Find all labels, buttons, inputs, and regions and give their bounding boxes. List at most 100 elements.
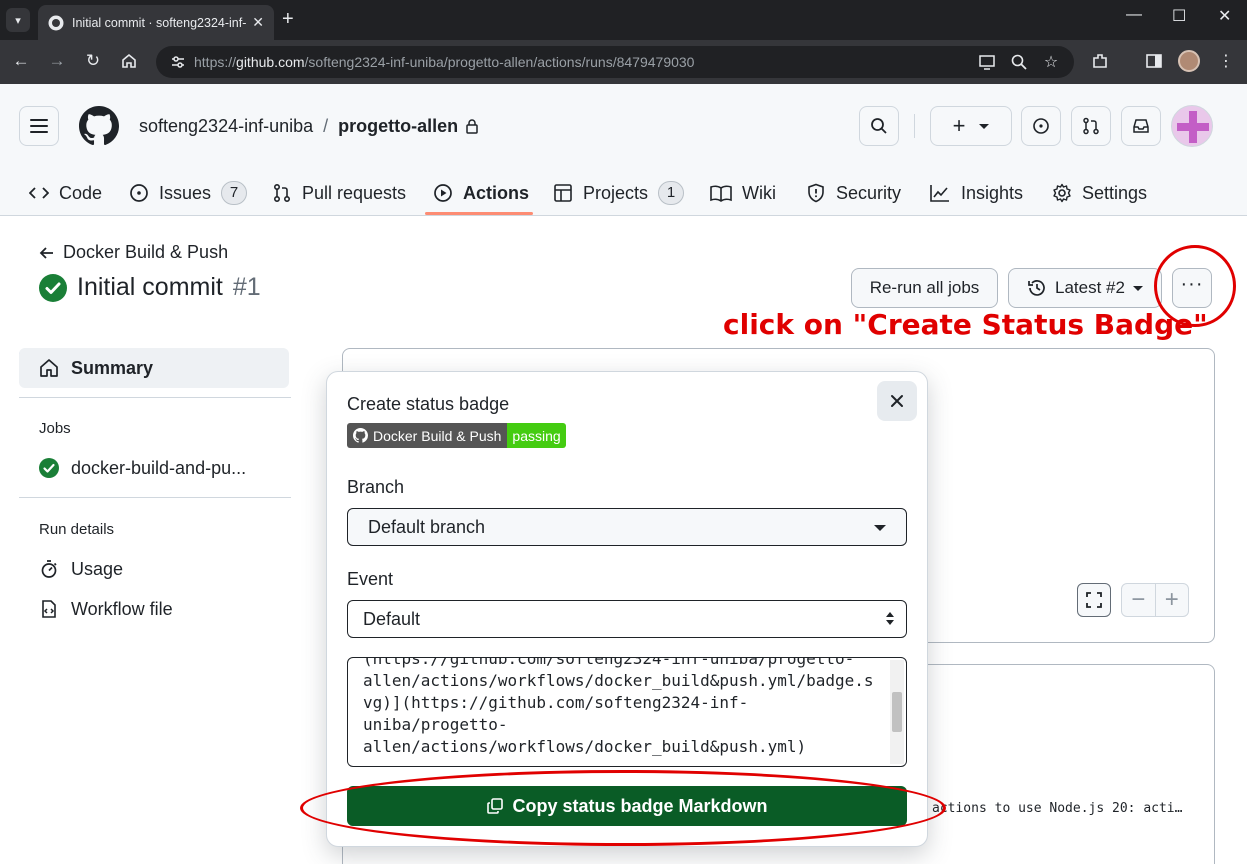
rerun-all-jobs-label: Re-run all jobs	[869, 278, 980, 297]
stopwatch-icon	[41, 560, 57, 578]
graph-icon	[930, 185, 949, 202]
sidebar-item-summary[interactable]: Summary	[19, 348, 289, 388]
issues-button[interactable]	[1021, 106, 1061, 146]
git-pull-request-icon	[1083, 117, 1099, 135]
rerun-all-jobs-button[interactable]: Re-run all jobs	[851, 268, 998, 308]
profile-avatar[interactable]	[1178, 50, 1200, 72]
tab-pull-requests[interactable]: Pull requests	[272, 170, 406, 216]
new-tab-button[interactable]: +	[282, 8, 294, 30]
event-select-value: Default	[363, 608, 421, 629]
issue-opened-icon	[130, 184, 148, 202]
repo-name-link[interactable]: progetto-allen	[338, 116, 458, 137]
tab-code-label: Code	[59, 182, 103, 203]
tab-insights-label: Insights	[961, 182, 1024, 203]
branch-select-value: Default branch	[368, 516, 486, 537]
annotation-ellipse	[300, 770, 946, 846]
tab-projects[interactable]: Projects 1	[553, 170, 685, 216]
tab-close-icon[interactable]: ✕	[252, 14, 264, 31]
select-arrows-icon	[886, 612, 894, 625]
sidebar-item-job[interactable]: docker-build-and-pu...	[19, 448, 289, 488]
branch-select[interactable]: Default branch	[347, 508, 907, 546]
url-text: https://github.com/softeng2324-inf-uniba…	[194, 54, 695, 70]
tab-projects-label: Projects	[583, 182, 649, 203]
tab-actions[interactable]: Actions	[433, 170, 529, 216]
install-app-icon[interactable]	[978, 53, 996, 71]
tab-pull-requests-label: Pull requests	[302, 182, 407, 203]
tab-title: Initial commit · softeng2324-inf-	[72, 15, 247, 30]
browser-menu-icon[interactable]: ⋮	[1216, 51, 1236, 71]
side-panel-icon[interactable]	[1144, 51, 1164, 71]
sidebar-item-workflow-file[interactable]: Workflow file	[19, 589, 289, 629]
check-circle-fill-icon	[39, 458, 59, 478]
run-details-heading: Run details	[39, 521, 115, 538]
latest-attempt-label: Latest #2	[1055, 278, 1125, 297]
sidebar-item-label: Workflow file	[71, 598, 173, 619]
badge-markdown-textarea[interactable]: (https://github.com/softeng2324-inf-unib…	[347, 657, 907, 767]
breadcrumb: softeng2324-inf-uniba / progetto-allen	[139, 116, 478, 137]
textarea-scrollbar[interactable]	[890, 660, 904, 764]
tab-issues-label: Issues	[159, 182, 212, 203]
maximize-button[interactable]: ☐	[1172, 6, 1186, 26]
tab-issues[interactable]: Issues 7	[129, 170, 248, 216]
triangle-down-icon	[874, 525, 886, 531]
github-favicon-icon	[48, 15, 64, 30]
zoom-controls: − +	[1121, 583, 1189, 617]
badge-markdown-text: (https://github.com/softeng2324-inf-unib…	[363, 657, 874, 756]
arrow-left-icon	[39, 246, 53, 259]
close-window-button[interactable]: ✕	[1218, 6, 1231, 26]
search-button[interactable]	[859, 106, 899, 146]
plus-icon: +	[952, 113, 966, 138]
latest-attempt-dropdown[interactable]: Latest #2	[1008, 268, 1162, 308]
sidebar-item-label: Summary	[71, 357, 154, 378]
sidebar-divider	[19, 497, 291, 498]
tab-insights[interactable]: Insights	[929, 170, 1023, 216]
search-icon	[871, 118, 887, 134]
forward-arrow-icon[interactable]: →	[46, 50, 68, 72]
github-logo-icon[interactable]	[79, 106, 119, 146]
repo-owner-link[interactable]: softeng2324-inf-uniba	[139, 116, 313, 137]
tab-code[interactable]: Code	[29, 170, 102, 216]
pull-requests-button[interactable]	[1071, 106, 1111, 146]
tab-actions-label: Actions	[463, 182, 530, 203]
tab-wiki[interactable]: Wiki	[710, 170, 776, 216]
tab-settings[interactable]: Settings	[1052, 170, 1147, 216]
sidebar-item-label: docker-build-and-pu...	[71, 457, 247, 478]
extensions-icon[interactable]	[1090, 51, 1110, 71]
status-badge-preview: Docker Build & Push passing	[347, 423, 566, 448]
tab-security[interactable]: Security	[806, 170, 901, 216]
tab-wiki-label: Wiki	[742, 182, 776, 203]
annotation-text: click on "Create Status Badge"	[723, 308, 1208, 341]
screen-full-icon	[1086, 592, 1102, 608]
zoom-in-button[interactable]: +	[1156, 584, 1189, 616]
site-info-icon[interactable]	[170, 54, 186, 70]
sidebar-item-usage[interactable]: Usage	[19, 549, 289, 589]
sidebar-item-label: Usage	[71, 558, 124, 579]
jobs-heading: Jobs	[39, 420, 71, 437]
shield-icon	[808, 183, 824, 203]
browser-tab[interactable]: Initial commit · softeng2324-inf- ✕	[38, 5, 274, 40]
back-arrow-icon[interactable]: ←	[10, 50, 32, 72]
bookmark-star-icon[interactable]: ☆	[1042, 53, 1060, 71]
dialog-close-button[interactable]	[877, 381, 917, 421]
reload-icon[interactable]: ↻	[82, 50, 104, 72]
fullscreen-button[interactable]	[1077, 583, 1111, 617]
chevron-down-icon	[1132, 285, 1143, 291]
event-label: Event	[347, 569, 394, 589]
tab-settings-label: Settings	[1082, 182, 1148, 203]
tab-search-button[interactable]: ▾	[6, 8, 30, 32]
address-bar[interactable]: https://github.com/softeng2324-inf-uniba…	[156, 46, 1074, 78]
minimize-button[interactable]: —	[1126, 6, 1142, 24]
create-new-button[interactable]: +	[930, 106, 1012, 146]
back-to-workflow-link[interactable]: Docker Build & Push	[39, 242, 228, 263]
projects-count-badge: 1	[658, 181, 685, 205]
tab-security-label: Security	[836, 182, 902, 203]
lock-icon	[466, 119, 478, 134]
zoom-out-button[interactable]: −	[1122, 584, 1156, 616]
open-menu-button[interactable]	[19, 106, 59, 146]
zoom-icon[interactable]	[1010, 53, 1028, 71]
user-avatar[interactable]	[1171, 105, 1213, 147]
home-icon[interactable]	[118, 50, 140, 72]
inbox-button[interactable]	[1121, 106, 1161, 146]
event-select[interactable]: Default	[347, 600, 907, 638]
play-icon	[434, 184, 452, 202]
